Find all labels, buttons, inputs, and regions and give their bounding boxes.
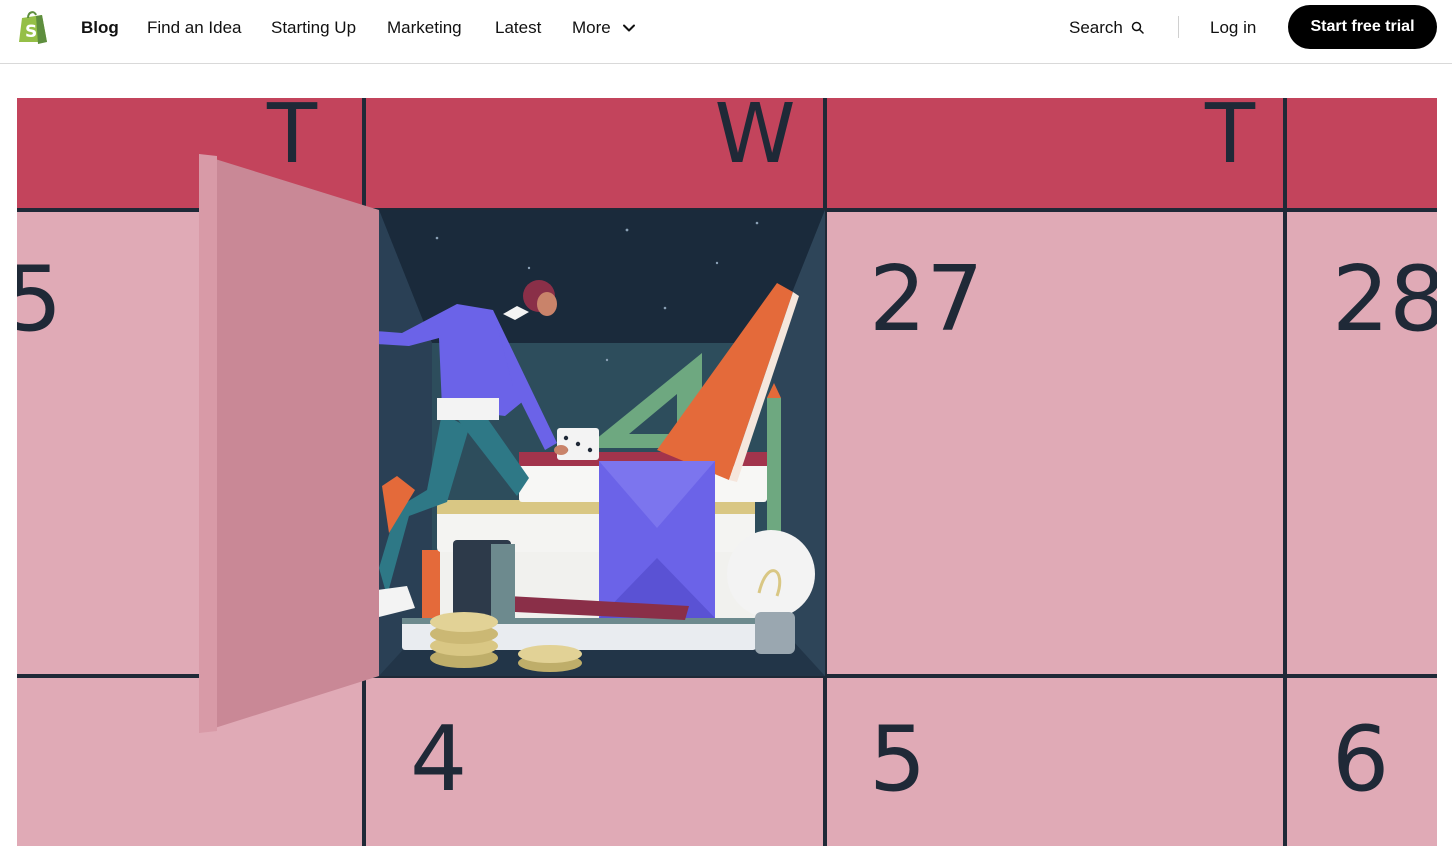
search-icon[interactable]: [1131, 21, 1144, 34]
date-number: 28: [1332, 247, 1437, 352]
svg-text:S: S: [25, 22, 37, 42]
envelope: [599, 461, 715, 618]
date-number: 4: [410, 707, 467, 812]
nav-more[interactable]: More: [572, 18, 611, 38]
chevron-down-icon[interactable]: [622, 21, 636, 35]
dice: [557, 428, 599, 460]
date-number: 5: [17, 247, 62, 352]
day-header-thu: T: [1204, 98, 1256, 182]
nav-latest[interactable]: Latest: [495, 18, 541, 38]
hero-illustration: T W T 5 27 28 4 5 6: [17, 98, 1437, 846]
login-link[interactable]: Log in: [1210, 18, 1256, 38]
top-navigation: S Blog Find an Idea Starting Up Marketin…: [0, 0, 1452, 64]
nav-blog[interactable]: Blog: [81, 18, 119, 38]
day-header-wed: W: [714, 98, 795, 182]
date-number: 27: [869, 247, 984, 352]
nav-marketing[interactable]: Marketing: [387, 18, 462, 38]
nav-find-an-idea[interactable]: Find an Idea: [147, 18, 242, 38]
shopify-bag-icon[interactable]: S: [16, 9, 50, 45]
date-number: 5: [869, 707, 926, 812]
calendar-illustration: T W T 5 27 28 4 5 6: [17, 98, 1437, 846]
nav-divider: [1178, 16, 1179, 38]
day-header-tue: T: [266, 98, 318, 182]
start-free-trial-button[interactable]: Start free trial: [1288, 5, 1437, 49]
calendar-door: [199, 154, 379, 733]
date-number: 6: [1332, 707, 1389, 812]
nav-starting-up[interactable]: Starting Up: [271, 18, 356, 38]
search-button[interactable]: Search: [1069, 18, 1123, 38]
